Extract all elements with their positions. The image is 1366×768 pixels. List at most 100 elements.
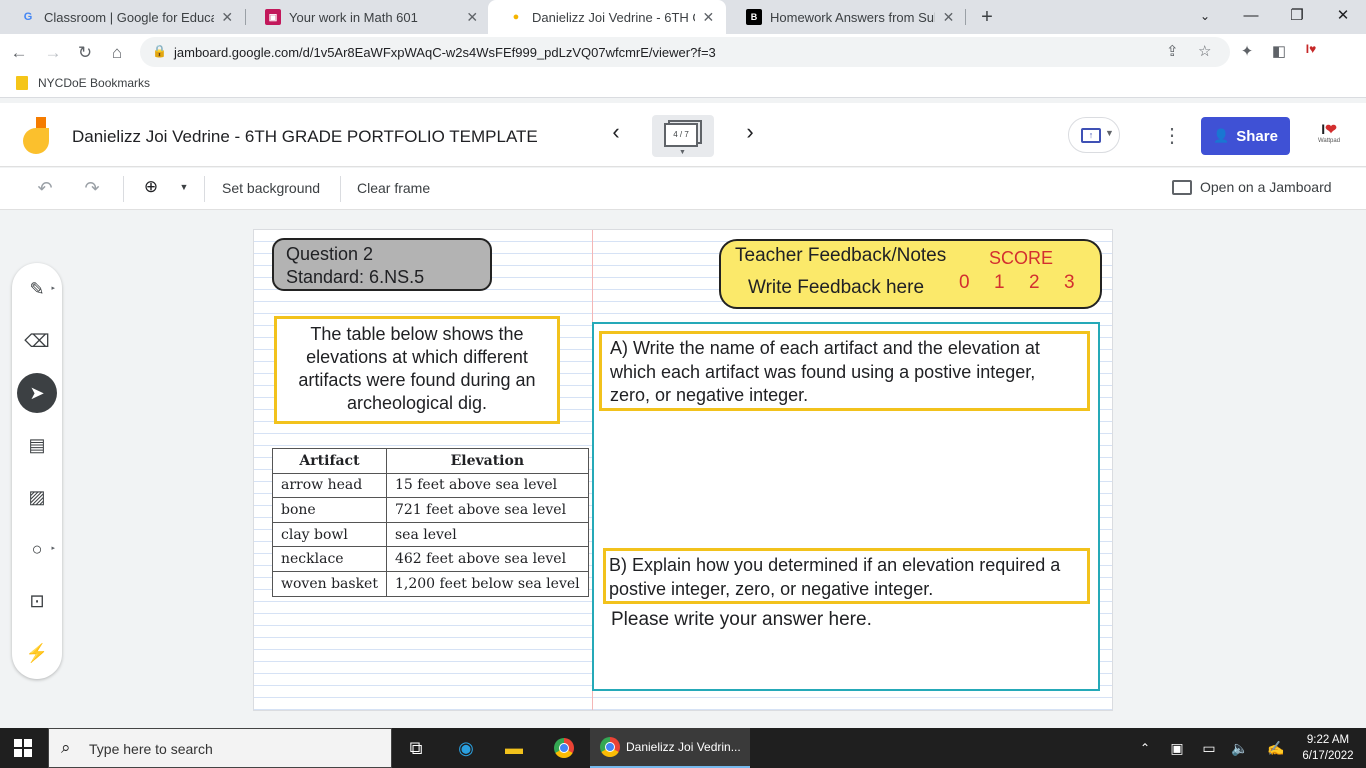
windows-start-icon[interactable] — [14, 739, 32, 757]
classroom-icon: ▣ — [265, 9, 281, 25]
taskbar-active-chrome-window[interactable]: Danielizz Joi Vedrin... — [590, 728, 750, 768]
zoom-dropdown-icon[interactable]: ▼ — [172, 182, 196, 192]
table-row: woven basket 1,200 feet below sea level — [272, 570, 589, 597]
circle-icon: ○ — [31, 539, 43, 559]
tab-title: Homework Answers from Subject — [770, 9, 935, 25]
table-cell: 1,200 feet below sea level — [385, 570, 589, 597]
part-a-prompt-box[interactable]: A) Write the name of each artifact and t… — [599, 331, 1090, 411]
share-page-icon[interactable]: ⇪ — [1166, 42, 1179, 60]
add-image-tool[interactable]: ▨ — [17, 477, 57, 517]
teacher-feedback-box[interactable]: Teacher Feedback/Notes SCORE Write Feedb… — [719, 239, 1102, 309]
score-option: 2 — [1029, 272, 1040, 293]
select-tool[interactable]: ➤ — [17, 373, 57, 413]
windows-taskbar: ⌕ Type here to search ⧉ ◉ ▬ Danielizz Jo… — [0, 728, 1366, 768]
score-option: 3 — [1064, 272, 1075, 293]
table-row: bone 721 feet above sea level — [272, 497, 589, 523]
open-on-jamboard-button[interactable]: Open on a Jamboard — [1172, 179, 1332, 195]
table-cell: 15 feet above sea level — [385, 472, 589, 499]
pen-tool[interactable]: ✎ ▸ — [17, 269, 57, 309]
edge-icon[interactable]: ◉ — [442, 728, 490, 768]
account-avatar[interactable]: I❤ Wattpad — [1314, 121, 1344, 151]
feedback-write-prompt: Write Feedback here — [748, 277, 925, 298]
new-tab-button[interactable]: + — [976, 6, 998, 28]
forward-button[interactable]: → — [40, 40, 66, 66]
close-tab-icon[interactable]: ✕ — [465, 9, 481, 26]
bookmark-page-icon — [16, 76, 28, 90]
text-box-tool[interactable]: ⊡ — [17, 581, 57, 621]
restore-button[interactable]: ❐ — [1274, 0, 1320, 34]
tab-jamboard[interactable]: ● Danielizz Joi Vedrine - 6TH GRADE ✕ — [488, 0, 726, 34]
brainly-icon: B — [746, 9, 762, 25]
close-tab-icon[interactable]: ✕ — [941, 9, 956, 26]
column-header: Elevation — [385, 448, 589, 474]
heart-icon: ❤ — [1325, 121, 1337, 137]
back-button[interactable]: ← — [6, 40, 32, 66]
redo-icon[interactable]: ↷ — [80, 178, 104, 199]
file-explorer-icon[interactable]: ▬ — [490, 728, 538, 768]
tab-search-chevron-icon[interactable]: ⌄ — [1182, 0, 1228, 34]
system-clock[interactable]: 9:22 AM 6/17/2022 — [1296, 732, 1360, 764]
close-window-button[interactable]: ✕ — [1320, 0, 1366, 34]
eraser-tool[interactable]: ⌫ — [17, 321, 57, 361]
tab-homework-answers[interactable]: B Homework Answers from Subject ✕ — [726, 0, 966, 34]
lock-icon: 🔒 — [152, 44, 167, 58]
display-icon[interactable]: ▣ — [1163, 728, 1191, 768]
wattpad-extension-icon[interactable]: I♥ — [1301, 42, 1321, 62]
battery-icon[interactable]: ▭ — [1195, 728, 1223, 768]
present-button[interactable]: ↑ ▼ — [1068, 117, 1120, 153]
bookmark-star-icon[interactable]: ☆ — [1198, 42, 1211, 60]
task-view-icon[interactable]: ⧉ — [392, 728, 440, 768]
bookmarks-bar: NYCDoE Bookmarks — [0, 71, 1366, 98]
side-panel-icon[interactable]: ◧ — [1269, 42, 1289, 62]
question-label-box[interactable]: Question 2 Standard: 6.NS.5 — [272, 238, 492, 291]
clear-frame-button[interactable]: Clear frame — [357, 180, 430, 196]
open-jamboard-icon — [1172, 179, 1192, 195]
extensions-puzzle-icon[interactable]: ✦ — [1237, 42, 1257, 62]
document-title[interactable]: Danielizz Joi Vedrine - 6TH GRADE PORTFO… — [72, 127, 538, 147]
browser-toolbar: ← → ↻ ⌂ 🔒 jamboard.google.com/d/1v5Ar8Ea… — [0, 34, 1366, 71]
taskbar-search-box[interactable]: ⌕ Type here to search — [48, 728, 392, 768]
table-cell: arrow head — [272, 472, 387, 499]
undo-icon[interactable]: ↶ — [33, 178, 57, 199]
shape-tool[interactable]: ○ ▸ — [17, 529, 57, 569]
table-cell: 721 feet above sea level — [385, 497, 589, 523]
jamboard-logo-icon — [23, 117, 49, 154]
sticky-note-tool[interactable]: ▤ — [17, 425, 57, 465]
minimize-button[interactable]: — — [1228, 0, 1274, 34]
tab-classroom[interactable]: G Classroom | Google for Education ✕ — [0, 0, 245, 34]
eraser-icon: ⌫ — [24, 331, 50, 351]
close-tab-icon[interactable]: ✕ — [220, 9, 236, 26]
text-box-icon: ⊡ — [29, 591, 45, 611]
answer-area-box[interactable]: A) Write the name of each artifact and t… — [592, 322, 1100, 691]
pen-workspace-icon[interactable]: ✍ — [1262, 728, 1290, 768]
problem-prompt-box[interactable]: The table below shows the elevations at … — [274, 316, 560, 424]
score-label: SCORE — [989, 248, 1054, 268]
question-number: Question 2 — [286, 244, 374, 264]
address-bar[interactable]: 🔒 jamboard.google.com/d/1v5Ar8EaWFxpWAqC… — [140, 37, 1230, 67]
home-button[interactable]: ⌂ — [104, 40, 130, 66]
volume-icon[interactable]: 🔈 — [1226, 728, 1254, 768]
answer-placeholder-text[interactable]: Please write your answer here. — [611, 609, 872, 631]
tab-your-work[interactable]: ▣ Your work in Math 601 ✕ — [245, 0, 490, 34]
toolbar-divider — [204, 176, 205, 202]
part-b-prompt-box[interactable]: B) Explain how you determined if an elev… — [603, 548, 1090, 604]
chrome-icon[interactable] — [540, 728, 588, 768]
next-frame-button[interactable]: › — [735, 119, 765, 145]
laser-tool[interactable]: ⚡ — [17, 633, 57, 673]
set-background-button[interactable]: Set background — [222, 180, 320, 196]
show-hidden-icons-icon[interactable]: ⌃ — [1131, 728, 1159, 768]
previous-frame-button[interactable]: ‹ — [601, 119, 631, 145]
jam-frame[interactable]: Question 2 Standard: 6.NS.5 Teacher Feed… — [253, 229, 1113, 711]
drawing-tools-panel: ✎ ▸ ⌫ ➤ ▤ ▨ ○ ▸ ⊡ ⚡ — [12, 263, 62, 679]
question-standard: Standard: 6.NS.5 — [286, 267, 425, 287]
more-options-icon[interactable]: ⋮ — [1162, 123, 1182, 148]
share-button[interactable]: 👤 Share — [1201, 117, 1290, 155]
bookmark-nycdoe[interactable]: NYCDoE Bookmarks — [16, 76, 150, 90]
dropdown-caret-icon: ▼ — [1105, 128, 1114, 138]
reload-button[interactable]: ↻ — [72, 40, 98, 66]
browser-tab-strip: G Classroom | Google for Education ✕ ▣ Y… — [0, 0, 1366, 34]
frame-bar-toggle[interactable]: 4 / 7 ▼ — [652, 115, 714, 157]
zoom-icon[interactable]: ⊕ — [139, 177, 163, 197]
close-tab-icon[interactable]: ✕ — [701, 9, 716, 26]
jamboard-icon: ● — [512, 11, 520, 23]
